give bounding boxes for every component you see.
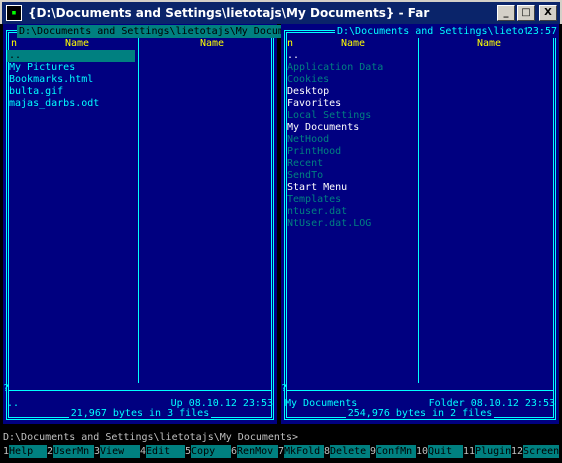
file-list-item[interactable]: PrintHood	[285, 146, 415, 158]
left-summary-text: 21,967 bytes in 3 files	[68, 408, 212, 419]
fkey-1[interactable]: 1 Help	[3, 445, 47, 458]
fkey-label: Edit	[146, 445, 185, 458]
fkey-label: Screen	[523, 445, 559, 458]
file-list-item[interactable]: Bookmarks.html	[7, 74, 137, 86]
column-header-name: Name	[65, 38, 90, 49]
file-list-item[interactable]: ntuser.dat	[285, 206, 415, 218]
file-list-item[interactable]: Recent	[285, 158, 415, 170]
fkey-4[interactable]: 4 Edit	[140, 445, 185, 458]
fkey-8[interactable]: 8 Delete	[324, 445, 370, 458]
fkey-label: RenMov	[237, 445, 278, 458]
fkey-label: View	[100, 445, 140, 458]
column-separator	[138, 33, 139, 383]
fkey-7[interactable]: 7 MkFold	[278, 445, 324, 458]
fkey-12[interactable]: 12 Screen	[511, 445, 559, 458]
minimize-button[interactable]: _	[497, 5, 515, 21]
panel-qmark: ?	[3, 383, 10, 394]
column-header-name-2: Name	[200, 38, 225, 49]
right-summary-text: 254,976 bytes in 2 files	[345, 408, 495, 419]
far-icon: ▪	[6, 5, 22, 21]
fkey-9[interactable]: 9 ConfMn	[370, 445, 416, 458]
column-header-name-2: Name	[477, 38, 502, 49]
file-list-item[interactable]: Templates	[285, 194, 415, 206]
console-area: D:\Documents and Settings\lietotajs\My D…	[3, 24, 559, 460]
file-list-item[interactable]: Local Settings	[285, 110, 415, 122]
file-list-item[interactable]: Desktop	[285, 86, 415, 98]
maximize-button[interactable]: □	[517, 5, 535, 21]
command-line[interactable]: D:\Documents and Settings\lietotajs\My D…	[3, 432, 298, 444]
left-summary: 21,967 bytes in 3 files	[3, 408, 277, 420]
status-separator	[287, 390, 553, 391]
fkey-5[interactable]: 5 Copy	[185, 445, 231, 458]
panel-qmark: ?	[281, 383, 288, 394]
fkey-11[interactable]: 11 Plugin	[463, 445, 512, 458]
file-list-item[interactable]: My Pictures	[7, 62, 137, 74]
left-file-list: .. My Pictures Bookmarks.html bulta.gif maja…	[7, 50, 137, 110]
fkey-number: 10	[416, 445, 429, 458]
fkey-label: Quit	[428, 445, 463, 458]
file-list-item[interactable]: Application Data	[285, 62, 415, 74]
column-header-n: n	[11, 38, 18, 49]
fkey-number: 12	[511, 445, 524, 458]
file-list-item[interactable]: Cookies	[285, 74, 415, 86]
column-header-name: Name	[341, 38, 366, 49]
fkey-label: Copy	[191, 445, 231, 458]
file-list-item[interactable]: NetHood	[285, 134, 415, 146]
fkey-label: MkFold	[284, 445, 324, 458]
file-list-item[interactable]: NtUser.dat.LOG	[285, 218, 415, 230]
left-panel[interactable]: D:\Documents and Settings\lietotajs\My D…	[3, 24, 310, 424]
right-panel[interactable]: D:\Documents and Settings\lietotajs 23:5…	[281, 24, 559, 424]
file-list-item[interactable]: My Documents	[285, 122, 415, 134]
fkey-label: UserMn	[53, 445, 94, 458]
column-separator	[418, 33, 419, 383]
fkey-label: ConfMn	[376, 445, 416, 458]
status-separator	[9, 390, 271, 391]
fkey-label: Delete	[330, 445, 370, 458]
left-panel-path[interactable]: D:\Documents and Settings\lietotajs\My D…	[17, 25, 310, 38]
right-panel-path[interactable]: D:\Documents and Settings\lietotajs	[335, 25, 550, 38]
fkey-6[interactable]: 6 RenMov	[231, 445, 278, 458]
file-list-item[interactable]: Start Menu	[285, 182, 415, 194]
file-list-item[interactable]: ..	[285, 50, 415, 62]
right-file-list: .. Application Data Cookies Desktop Favorite…	[285, 50, 415, 230]
window-titlebar[interactable]: ▪ {D:\Documents and Settings\lietotajs\M…	[0, 0, 562, 24]
function-key-bar: 1 Help 2 UserMn 3 View 4 Edit 5 Copy 6 RenMov 7 MkFol…	[3, 445, 559, 458]
fkey-3[interactable]: 3 View	[94, 445, 140, 458]
file-list-item[interactable]: SendTo	[285, 170, 415, 182]
window-controls: _ □ X	[497, 5, 557, 21]
file-list-item[interactable]: majas_darbs.odt	[7, 98, 137, 110]
close-button[interactable]: X	[539, 5, 557, 21]
column-header-n: n	[287, 38, 294, 49]
fkey-number: 11	[463, 445, 476, 458]
right-summary: 254,976 bytes in 2 files	[281, 408, 559, 420]
fkey-label: Help	[9, 445, 47, 458]
fkey-2[interactable]: 2 UserMn	[47, 445, 94, 458]
fkey-label: Plugin	[475, 445, 512, 458]
file-list-item[interactable]: Favorites	[285, 98, 415, 110]
fkey-10[interactable]: 10 Quit	[416, 445, 463, 458]
file-list-item[interactable]: bulta.gif	[7, 86, 137, 98]
clock: 23:57	[526, 25, 557, 38]
file-cursor-item[interactable]: ..	[7, 50, 135, 62]
window-title: {D:\Documents and Settings\lietotajs\My …	[28, 6, 430, 20]
